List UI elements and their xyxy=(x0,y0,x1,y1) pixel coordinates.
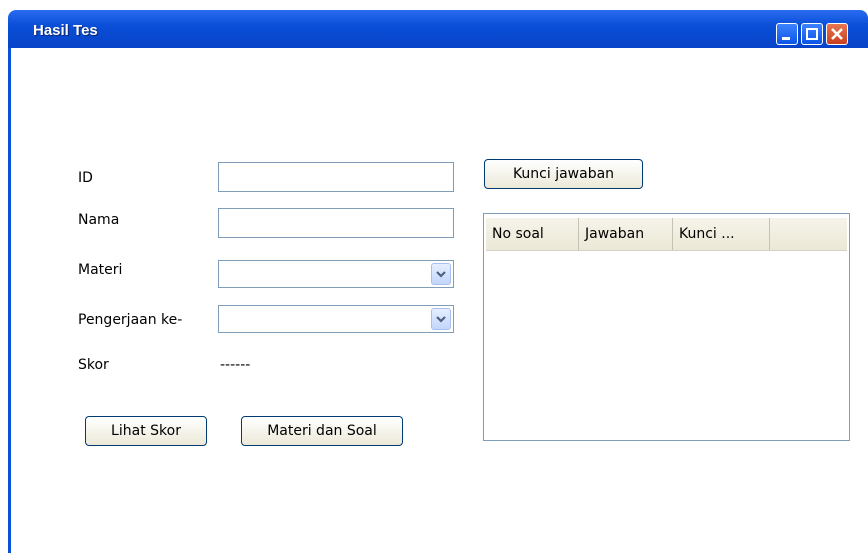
title-bar[interactable]: Hasil Tes xyxy=(8,10,868,48)
nama-field[interactable] xyxy=(218,208,454,238)
nama-label: Nama xyxy=(78,212,120,228)
column-header-jawaban[interactable]: Jawaban xyxy=(579,218,673,250)
window-title: Hasil Tes xyxy=(33,22,98,39)
answer-table[interactable]: No soal Jawaban Kunci ... xyxy=(483,213,850,441)
column-header-kunci[interactable]: Kunci ... xyxy=(673,218,770,250)
materi-dropdown-button[interactable] xyxy=(431,263,451,285)
id-field[interactable] xyxy=(218,162,454,192)
pengerjaan-select[interactable] xyxy=(218,305,454,333)
pengerjaan-label: Pengerjaan ke- xyxy=(78,312,183,328)
lihat-skor-button[interactable]: Lihat Skor xyxy=(85,416,207,446)
minimize-button[interactable] xyxy=(776,23,798,45)
nama-input[interactable] xyxy=(219,209,453,237)
maximize-button[interactable] xyxy=(801,23,823,45)
kunci-jawaban-button[interactable]: Kunci jawaban xyxy=(484,159,643,189)
window: Hasil Tes ID Nama Materi Pengerjaan ke- … xyxy=(0,0,868,553)
chevron-down-icon xyxy=(436,271,446,278)
column-header-no-soal[interactable]: No soal xyxy=(486,218,579,250)
materi-select[interactable] xyxy=(218,260,454,288)
id-input[interactable] xyxy=(219,163,453,191)
table-header: No soal Jawaban Kunci ... xyxy=(486,218,847,251)
skor-label: Skor xyxy=(78,357,109,373)
pengerjaan-dropdown-button[interactable] xyxy=(431,308,451,330)
id-label: ID xyxy=(78,170,93,186)
chevron-down-icon xyxy=(436,316,446,323)
materi-dan-soal-button[interactable]: Materi dan Soal xyxy=(241,416,403,446)
close-icon xyxy=(831,28,843,40)
minimize-icon xyxy=(782,37,790,40)
close-button[interactable] xyxy=(826,23,848,45)
materi-label: Materi xyxy=(78,262,123,278)
maximize-icon xyxy=(806,28,818,40)
skor-value: ------ xyxy=(220,357,251,373)
